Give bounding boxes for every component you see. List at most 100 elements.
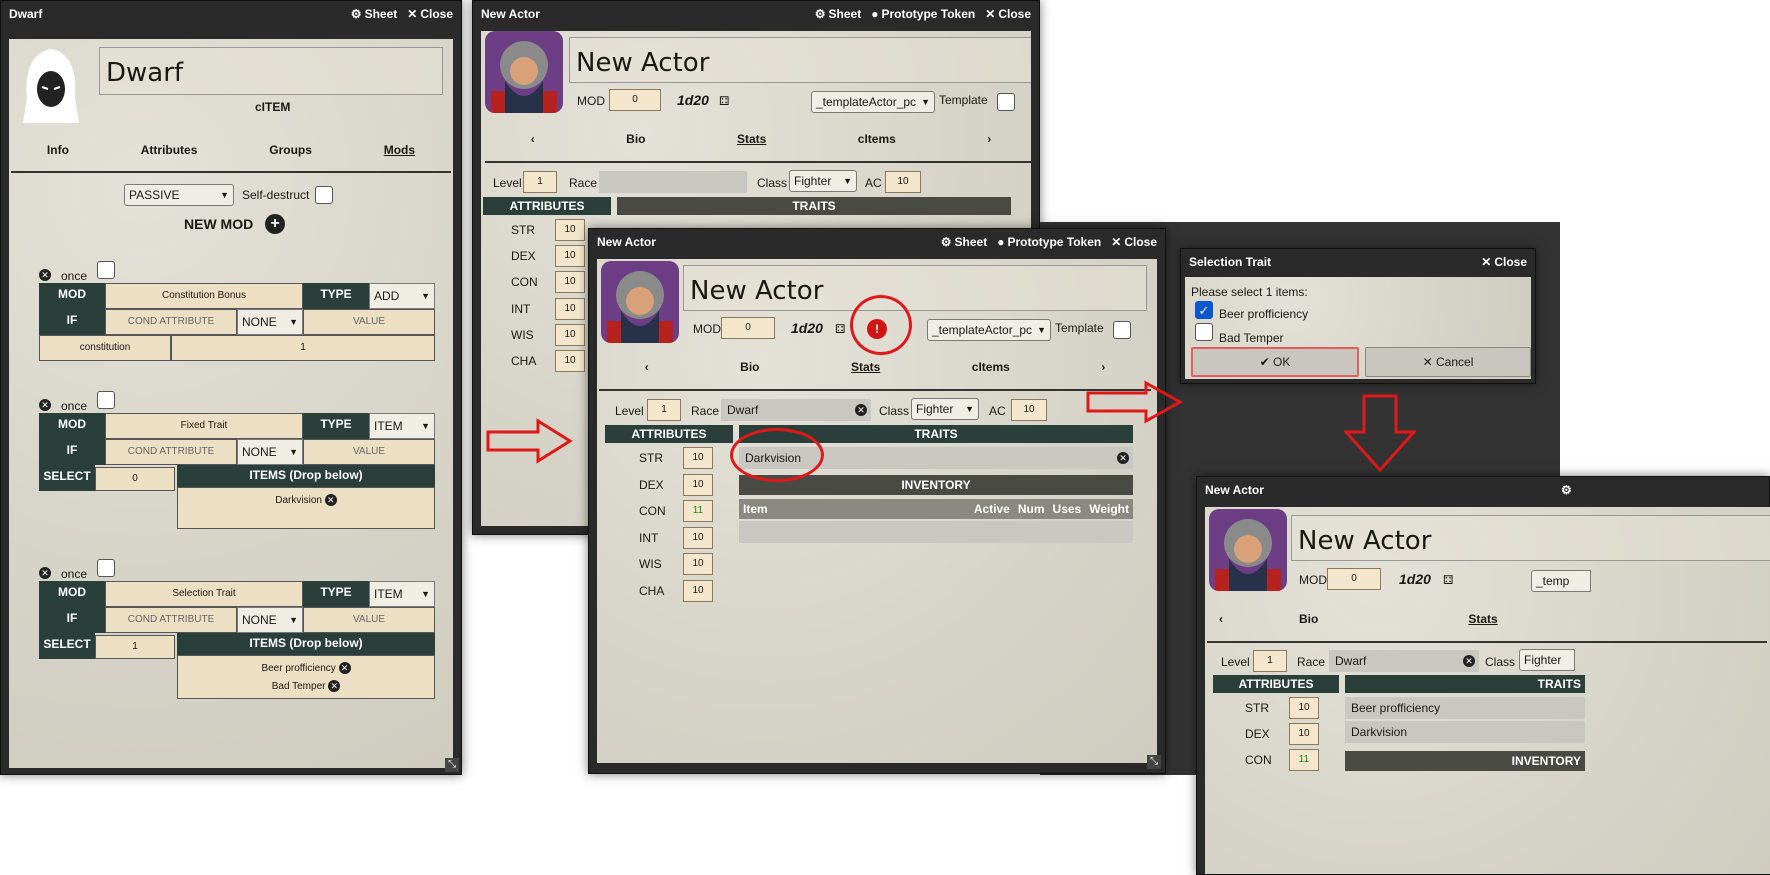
type-select[interactable]: ADD ▼ [369,283,435,309]
window-header[interactable]: New Actor ⚙ [1197,477,1769,503]
mod-name-field[interactable]: Constitution Bonus [105,283,303,309]
cancel-button[interactable]: ✕ Cancel [1365,347,1531,377]
items-drop-zone[interactable]: Darkvision ✕ [177,487,435,529]
cond-op-select[interactable]: NONE ▼ [237,439,303,465]
type-select[interactable]: ITEM ▼ [369,413,435,439]
mod-name-field[interactable]: Fixed Trait [105,413,303,439]
once-checkbox[interactable] [97,559,115,577]
sheet-button[interactable]: ⚙ Sheet [941,235,987,249]
remove-item-icon[interactable]: ✕ [324,494,337,506]
level-field[interactable]: 1 [1253,650,1287,672]
tab-bio[interactable]: Bio [626,132,645,146]
item-name-field[interactable]: Dwarf [99,47,443,95]
cond-value-field[interactable]: VALUE [303,439,435,465]
tab-stats[interactable]: Stats [1468,612,1497,626]
actor-portrait[interactable] [485,31,563,113]
window-header[interactable]: New Actor ⚙ Sheet ● Prototype Token ✕ Close [589,229,1165,255]
close-button[interactable]: ✕ Close [985,7,1031,21]
remove-item-icon[interactable]: ✕ [328,680,341,693]
resize-handle-icon[interactable]: ⤡ [1147,755,1161,769]
items-drop-zone[interactable]: Beer profficiency ✕ Bad Temper ✕ [177,655,435,699]
trait-row[interactable]: Darkvision [1345,721,1585,743]
cond-attribute-field[interactable]: COND ATTRIBUTE [105,607,237,633]
tab-groups[interactable]: Groups [269,143,312,157]
tab-prev-icon[interactable]: ‹ [1219,612,1223,626]
tab-prev-icon[interactable]: ‹ [645,360,649,374]
mod-field[interactable]: 0 [609,89,661,111]
close-button[interactable]: ✕ Close [1111,235,1157,249]
dialog-header[interactable]: Selection Trait ✕ Close [1181,249,1535,275]
level-field[interactable]: 1 [647,399,681,421]
ac-field[interactable]: 10 [1011,399,1047,421]
actor-portrait[interactable] [1209,509,1287,591]
tab-next-icon[interactable]: › [987,132,991,146]
resize-handle-icon[interactable]: ⤡ [445,758,459,772]
race-field[interactable] [599,171,747,193]
clear-race-icon[interactable]: ✕ [1463,655,1475,667]
window-header[interactable]: New Actor ⚙ Sheet ● Prototype Token ✕ Close [473,1,1039,27]
template-checkbox[interactable] [1113,321,1131,339]
race-field[interactable]: Dwarf ✕ [1329,650,1479,672]
cond-attribute-field[interactable]: COND ATTRIBUTE [105,439,237,465]
cond-attribute-field[interactable]: COND ATTRIBUTE [105,309,237,335]
cond-value-field[interactable]: VALUE [303,309,435,335]
tab-next-icon[interactable]: › [1101,360,1105,374]
tab-stats[interactable]: Stats [737,132,766,146]
delete-mod-icon[interactable]: ✕ [39,567,51,579]
actor-name-field[interactable]: New Actor [569,37,1031,83]
close-button[interactable]: ✕ Close [407,7,453,21]
remove-item-icon[interactable]: ✕ [338,662,351,675]
self-destruct-checkbox[interactable] [315,186,333,204]
clear-race-icon[interactable]: ✕ [855,404,867,416]
class-select[interactable]: Fighter ▼ [789,170,857,192]
attr-key-field[interactable]: constitution [39,335,171,361]
level-field[interactable]: 1 [523,171,557,193]
mode-select[interactable]: PASSIVE ▼ [124,184,234,206]
tab-bio[interactable]: Bio [1299,612,1318,626]
actor-name-field[interactable]: New Actor [683,265,1147,311]
type-select[interactable]: ITEM ▼ [369,581,435,607]
mod-field[interactable]: 0 [1327,568,1381,590]
tab-bio[interactable]: Bio [740,360,759,374]
select-count-field[interactable]: 1 [95,635,175,659]
ac-field[interactable]: 10 [885,171,921,193]
ok-button[interactable]: ✔ OK [1191,347,1359,377]
tab-mods[interactable]: Mods [384,143,415,157]
cond-op-select[interactable]: NONE ▼ [237,607,303,633]
class-select[interactable]: Fighter [1519,649,1575,671]
template-select[interactable]: _templateActor_pc ▼ [811,91,935,113]
prototype-token-button[interactable]: ● Prototype Token [997,235,1101,249]
once-checkbox[interactable] [97,391,115,409]
dice-icon[interactable]: ⚃ [1443,573,1453,587]
add-mod-button[interactable]: + [265,214,285,234]
tab-stats[interactable]: Stats [851,360,880,374]
actor-portrait[interactable] [601,261,679,343]
once-checkbox[interactable] [97,261,115,279]
tab-prev-icon[interactable]: ‹ [531,132,535,146]
mod-field[interactable]: 0 [721,317,775,339]
close-button[interactable]: ✕ Close [1481,255,1527,269]
delete-mod-icon[interactable]: ✕ [39,399,51,411]
tab-citems[interactable]: cItems [972,360,1010,374]
inventory-drop-zone[interactable] [739,521,1133,543]
attr-value-field[interactable]: 1 [171,335,435,361]
window-header[interactable]: Dwarf ⚙ Sheet ✕ Close [1,1,461,27]
template-checkbox[interactable] [997,93,1015,111]
remove-trait-icon[interactable]: ✕ [1117,452,1129,464]
actor-name-field[interactable]: New Actor [1291,515,1770,561]
delete-mod-icon[interactable]: ✕ [39,269,51,281]
select-count-field[interactable]: 0 [95,467,175,491]
template-select[interactable]: _temp [1531,570,1591,592]
tab-info[interactable]: Info [47,143,69,157]
option-checkbox-bad-temper[interactable] [1195,323,1213,341]
class-select[interactable]: Fighter ▼ [911,398,979,420]
cond-op-select[interactable]: NONE ▼ [237,309,303,335]
cond-value-field[interactable]: VALUE [303,607,435,633]
mod-name-field[interactable]: Selection Trait [105,581,303,607]
race-field[interactable]: Dwarf ✕ [721,399,871,421]
trait-row[interactable]: Beer profficiency [1345,697,1585,719]
sheet-button[interactable]: ⚙ Sheet [815,7,861,21]
sheet-button[interactable]: ⚙ Sheet [351,7,397,21]
option-checkbox-beer[interactable]: ✓ [1195,301,1213,319]
dice-icon[interactable]: ⚃ [719,94,729,108]
